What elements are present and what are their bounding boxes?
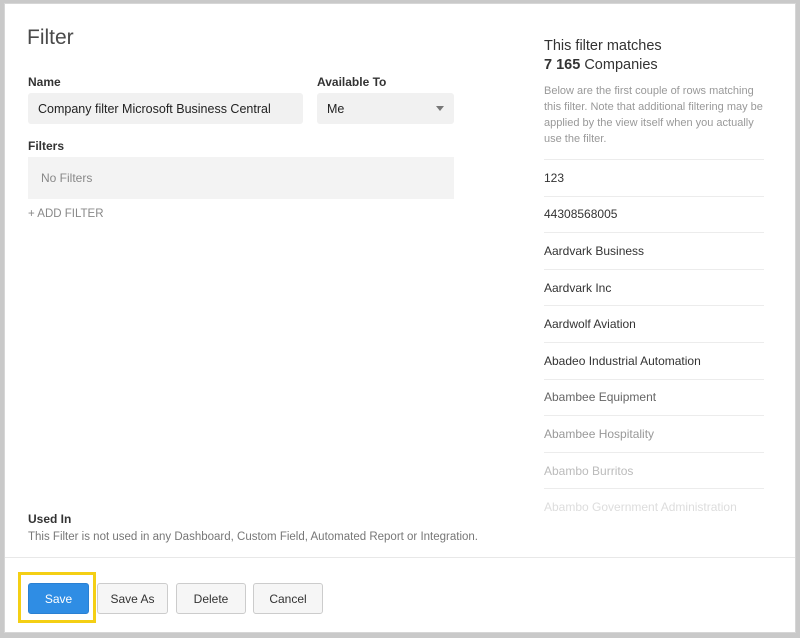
list-item: Abambo Burritos [544,451,764,489]
match-count: 7 165 [544,57,581,73]
save-as-button[interactable]: Save As [97,583,168,614]
delete-button[interactable]: Delete [176,583,246,614]
name-input[interactable] [28,93,303,124]
list-item: Abambee Hospitality [544,415,764,452]
footer-divider [5,557,795,558]
available-to-select[interactable]: Me [317,93,454,124]
filters-list: No Filters [28,157,454,199]
chevron-down-icon [436,106,444,111]
no-filters-text: No Filters [41,171,93,185]
cancel-button[interactable]: Cancel [253,583,323,614]
dialog-title: Filter [27,26,74,49]
list-item: Aardwolf Aviation [544,305,764,342]
list-item: 44308568005 [544,195,764,233]
list-item: Abambee Equipment [544,378,764,416]
name-label: Name [28,75,61,89]
match-summary: This filter matches 7 165 Companies Belo… [544,37,764,147]
match-heading: This filter matches [544,38,662,54]
match-note: Below are the first couple of rows match… [544,85,763,145]
filters-label: Filters [28,139,65,153]
available-to-label: Available To [317,75,387,89]
list-item: Aardvark Inc [544,268,764,306]
list-item: 123 [544,159,764,196]
add-filter-link[interactable]: + ADD FILTER [28,208,104,220]
list-item: Aardvark Business [544,232,764,269]
available-to-value: Me [327,101,345,116]
list-item: Abadeo Industrial Automation [544,341,764,379]
match-unit: Companies [584,57,658,73]
filter-dialog: Filter Name Available To Me Filters No F… [4,3,796,633]
list-item: Abambo Government Administration [544,488,764,511]
match-count-line: 7 165 Companies [544,56,764,75]
match-rows[interactable]: 123 44308568005 Aardvark Business Aardvark … [544,159,764,511]
used-in-label: Used In [28,512,72,526]
save-button[interactable]: Save [28,583,89,614]
used-in-text: This Filter is not used in any Dashboard… [28,531,478,543]
